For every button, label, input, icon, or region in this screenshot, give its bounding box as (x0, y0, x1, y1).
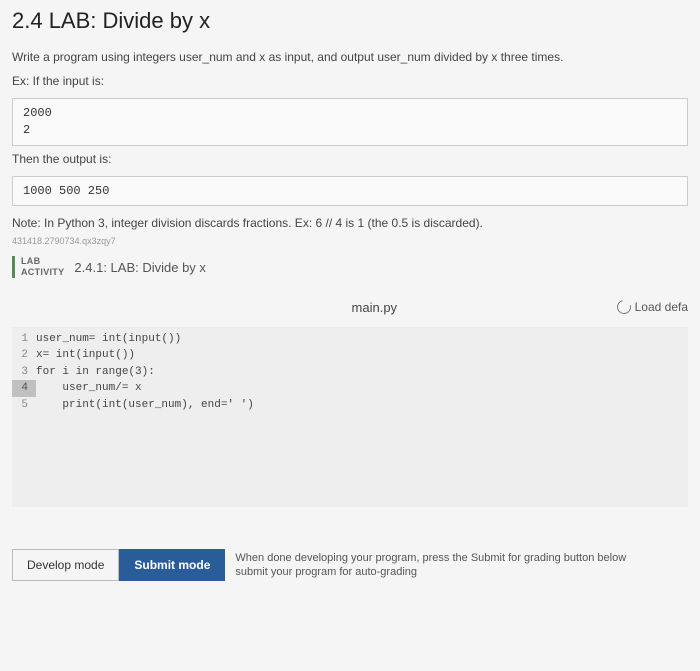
gutter-number: 3 (12, 364, 36, 381)
page-title: 2.4 LAB: Divide by x (0, 0, 700, 46)
submit-instructions-line1: When done developing your program, press… (235, 551, 626, 565)
code-line: 1 user_num= int(input()) (12, 331, 688, 348)
reload-icon (614, 298, 633, 317)
lab-activity-title: 2.4.1: LAB: Divide by x (74, 260, 206, 275)
gutter-number: 5 (12, 397, 36, 414)
code-line: 4 user_num/= x (12, 380, 688, 397)
lab-activity-header: LAB ACTIVITY 2.4.1: LAB: Divide by x (12, 256, 688, 278)
example-output-box: 1000 500 250 (12, 176, 688, 207)
example-input-box: 2000 2 (12, 98, 688, 146)
gutter-number: 2 (12, 347, 36, 364)
code-text[interactable]: print(int(user_num), end=' ') (36, 397, 254, 414)
note-text: Note: In Python 3, integer division disc… (0, 210, 700, 234)
code-text[interactable]: x= int(input()) (36, 347, 135, 364)
develop-mode-button[interactable]: Develop mode (12, 549, 119, 581)
load-default-button[interactable]: Load defa (617, 300, 688, 314)
lab-label-line2: ACTIVITY (21, 267, 64, 278)
submit-mode-button[interactable]: Submit mode (119, 549, 225, 581)
code-editor[interactable]: 1 user_num= int(input()) 2 x= int(input(… (12, 327, 688, 507)
lab-activity-label: LAB ACTIVITY (12, 256, 64, 278)
code-text[interactable]: user_num/= x (36, 380, 142, 397)
gutter-number: 1 (12, 331, 36, 348)
load-default-label: Load defa (635, 300, 688, 314)
code-text[interactable]: user_num= int(input()) (36, 331, 181, 348)
submit-instructions: When done developing your program, press… (235, 551, 626, 580)
mode-toolbar: Develop mode Submit mode When done devel… (12, 537, 688, 581)
example-input-label: Ex: If the input is: (0, 72, 700, 94)
filename-label: main.py (132, 300, 617, 315)
editor-header: main.py Load defa (0, 284, 700, 327)
gutter-number: 4 (12, 380, 36, 397)
activity-id: 431418.2790734.qx3zqy7 (0, 234, 700, 248)
code-line: 3 for i in range(3): (12, 364, 688, 381)
example-output-label: Then the output is: (0, 150, 700, 172)
lab-label-line1: LAB (21, 256, 64, 267)
code-line: 5 print(int(user_num), end=' ') (12, 397, 688, 414)
code-line: 2 x= int(input()) (12, 347, 688, 364)
lab-description: Write a program using integers user_num … (0, 46, 700, 72)
submit-instructions-line2: submit your program for auto-grading (235, 565, 626, 579)
code-text[interactable]: for i in range(3): (36, 364, 155, 381)
